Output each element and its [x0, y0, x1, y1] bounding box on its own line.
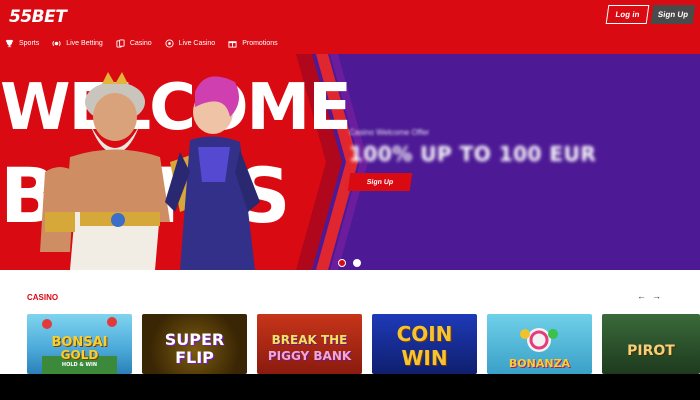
trophy-icon: [5, 39, 14, 48]
roulette-icon: [165, 38, 174, 48]
game-title: COIN: [396, 322, 453, 346]
nav-item-casino[interactable]: Casino: [116, 38, 152, 48]
game-title: BREAK THE: [271, 333, 348, 347]
game-title: GOLD: [60, 348, 99, 362]
offer-caption: Casino Welcome Offer: [349, 128, 430, 137]
site-logo[interactable]: 55BET: [9, 7, 67, 27]
hero-characters-illustration: [40, 72, 260, 270]
cards-icon: [116, 38, 125, 48]
game-title: SUPER: [164, 330, 225, 349]
nav-label: Promotions: [242, 39, 278, 47]
carousel-dots: [338, 259, 368, 267]
game-title: FLIP: [175, 348, 214, 367]
game-title: PIGGY BANK: [267, 349, 352, 363]
nav-label: Casino: [129, 39, 152, 47]
game-tile-bonsai-gold[interactable]: BONSAI GOLD HOLD & WIN: [27, 314, 132, 374]
nav-label: Live Casino: [178, 39, 216, 47]
game-tile-break-the-piggy-bank[interactable]: BREAK THE PIGGY BANK: [257, 314, 362, 374]
nav-label: Live Betting: [66, 39, 103, 47]
game-title: BONANZA: [508, 357, 571, 370]
arrow-left-icon[interactable]: ←: [637, 292, 646, 301]
signup-button[interactable]: Sign Up: [650, 5, 696, 24]
hero-signup-button[interactable]: Sign Up: [347, 173, 413, 191]
gift-icon: [228, 39, 237, 48]
offer-headline: 100% UP TO 100 EUR: [349, 142, 597, 166]
carousel-dot-2[interactable]: [353, 259, 361, 267]
game-subtitle: HOLD & WIN: [61, 362, 98, 368]
nav-item-live-casino[interactable]: Live Casino: [165, 38, 216, 48]
nav-item-promotions[interactable]: Promotions: [228, 39, 278, 48]
section-title-casino: CASINO: [27, 293, 59, 302]
casino-section: CASINO ← → BONSAI GOLD HOLD & WIN SUPER …: [0, 270, 700, 374]
nav-item-sports[interactable]: Sports: [5, 39, 39, 48]
game-tile-pirot[interactable]: PIROT: [602, 314, 700, 374]
game-tile-bonanza[interactable]: BONANZA: [487, 314, 592, 374]
game-tile-super-flip[interactable]: SUPER FLIP: [142, 314, 247, 374]
hero-banner[interactable]: WELCOME BONUS Casino Welcome Offer 100% …: [0, 54, 700, 270]
game-title: PIROT: [627, 343, 675, 359]
arrow-right-icon[interactable]: →: [652, 292, 661, 301]
live-betting-icon: [52, 39, 61, 48]
bottom-bar: [0, 374, 700, 400]
game-title: WIN: [401, 346, 448, 370]
nav-label: Sports: [19, 39, 40, 47]
game-tile-coin-win[interactable]: COIN WIN: [372, 314, 477, 374]
login-button[interactable]: Log in: [605, 5, 650, 24]
site-header: 55BET Log in Sign Up Sports Live Betting…: [0, 0, 700, 54]
nav-item-live-betting[interactable]: Live Betting: [52, 39, 103, 48]
main-nav: Sports Live Betting Casino Live Casino P…: [0, 34, 291, 52]
carousel-arrows: ← →: [637, 292, 667, 301]
carousel-dot-1[interactable]: [338, 259, 346, 267]
